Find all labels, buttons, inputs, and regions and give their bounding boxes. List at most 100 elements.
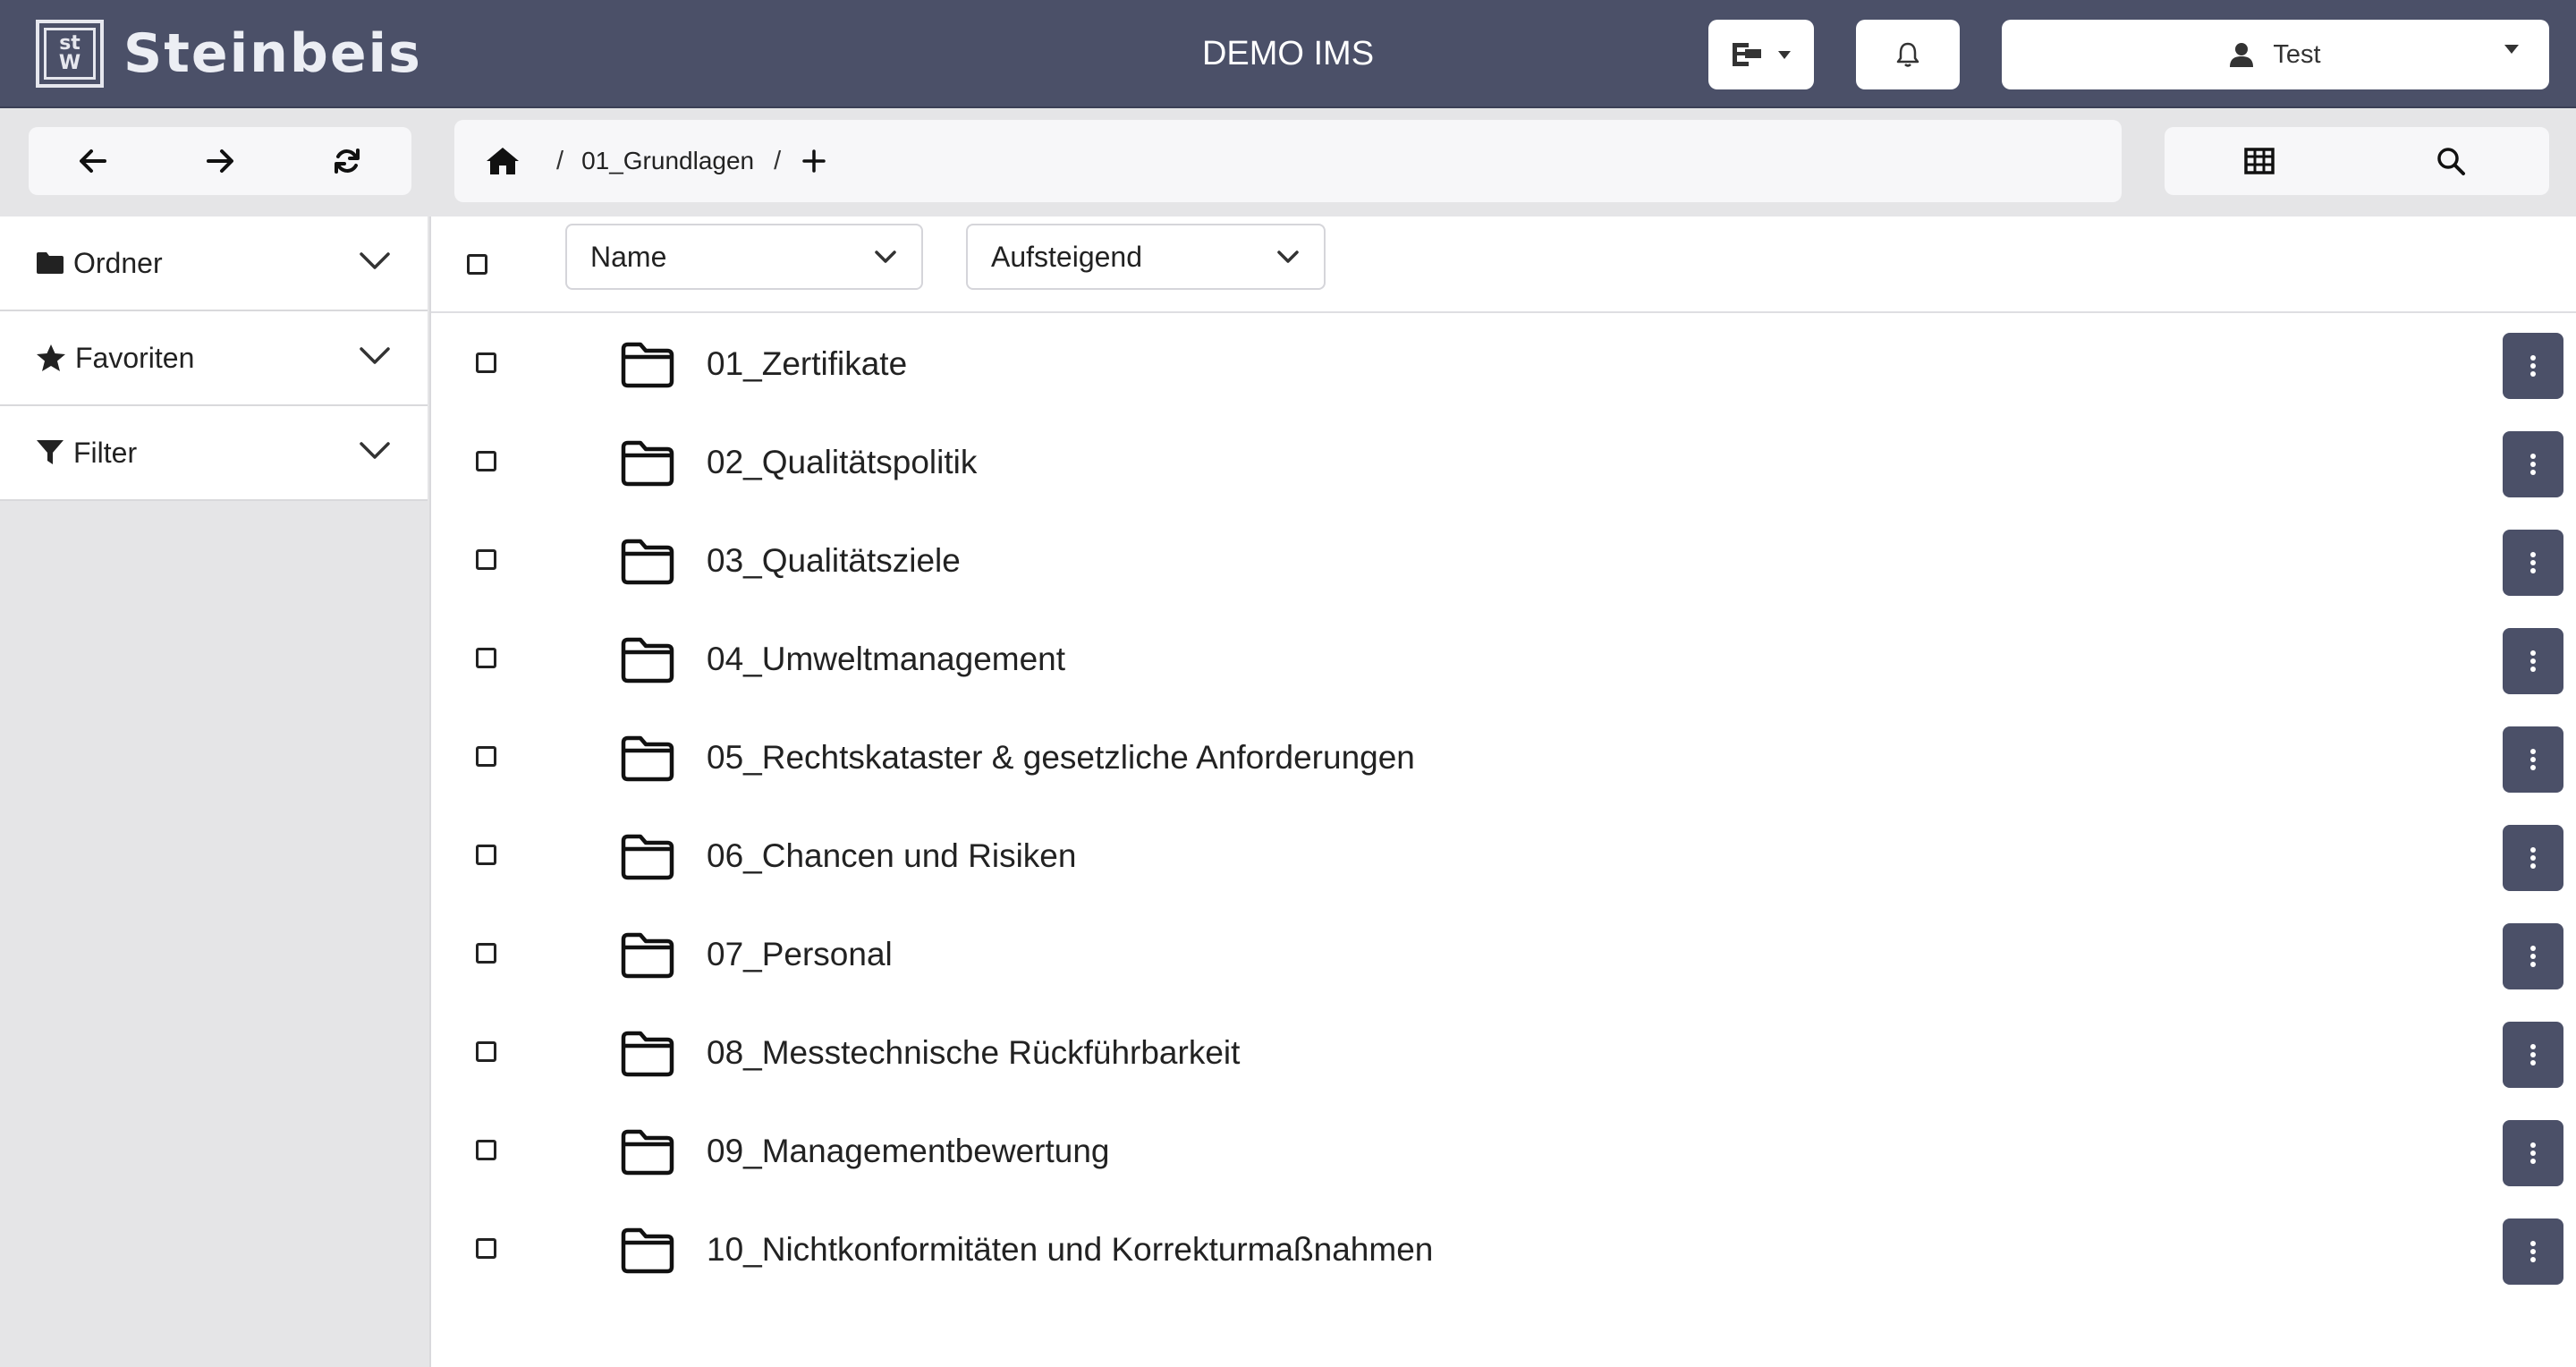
folder-name[interactable]: 06_Chancen und Risiken bbox=[707, 837, 1076, 875]
breadcrumb-item-01-grundlagen[interactable]: 01_Grundlagen bbox=[581, 147, 754, 175]
view-tools bbox=[2165, 127, 2549, 195]
table-row[interactable]: 06_Chancen und Risiken bbox=[431, 807, 2576, 905]
tree-view-dropdown-button[interactable] bbox=[1708, 20, 1814, 89]
table-row[interactable]: 08_Messtechnische Rückführbarkeit bbox=[431, 1004, 2576, 1102]
ellipsis-vertical-icon bbox=[2529, 354, 2537, 378]
folder-name[interactable]: 09_Managementbewertung bbox=[707, 1133, 1110, 1170]
app-title: DEMO IMS bbox=[1201, 35, 1375, 72]
folder-icon bbox=[621, 735, 674, 782]
chevron-down-icon bbox=[1277, 250, 1299, 264]
sidebar-item-favoriten[interactable]: Favoriten bbox=[0, 311, 428, 406]
sort-field-select[interactable]: Name bbox=[565, 224, 923, 290]
row-actions-button[interactable] bbox=[2503, 923, 2563, 989]
folder-name[interactable]: 05_Rechtskataster & gesetzliche Anforder… bbox=[707, 739, 1415, 777]
table-row[interactable]: 07_Personal bbox=[431, 905, 2576, 1004]
back-button[interactable] bbox=[48, 127, 138, 195]
table-row[interactable]: 04_Umweltmanagement bbox=[431, 610, 2576, 709]
forward-button[interactable] bbox=[175, 127, 265, 195]
add-folder-plus-icon[interactable] bbox=[802, 149, 826, 173]
table-row[interactable]: 01_Zertifikate bbox=[431, 315, 2576, 413]
filter-icon bbox=[36, 439, 64, 466]
folder-icon bbox=[621, 637, 674, 684]
logo-mark-text-top: st bbox=[59, 32, 80, 55]
row-actions-button[interactable] bbox=[2503, 1120, 2563, 1186]
row-checkbox[interactable] bbox=[476, 845, 496, 865]
ellipsis-vertical-icon bbox=[2529, 1043, 2537, 1066]
logo-mark: st W bbox=[36, 20, 104, 88]
folder-icon bbox=[36, 251, 64, 275]
folder-name[interactable]: 01_Zertifikate bbox=[707, 345, 907, 383]
sort-order-select[interactable]: Aufsteigend bbox=[966, 224, 1326, 290]
chevron-down-icon bbox=[360, 252, 390, 270]
folder-icon bbox=[621, 539, 674, 585]
row-checkbox[interactable] bbox=[476, 1140, 496, 1160]
refresh-button[interactable] bbox=[302, 127, 392, 195]
row-checkbox[interactable] bbox=[476, 746, 496, 767]
row-checkbox[interactable] bbox=[476, 1041, 496, 1062]
sort-order-value: Aufsteigend bbox=[991, 240, 1143, 273]
row-checkbox[interactable] bbox=[476, 648, 496, 668]
logo-mark-text-bottom: W bbox=[58, 52, 81, 74]
table-row[interactable]: 03_Qualitätsziele bbox=[431, 512, 2576, 610]
row-checkbox[interactable] bbox=[476, 352, 496, 373]
row-checkbox[interactable] bbox=[476, 451, 496, 471]
sidebar-item-label: Favoriten bbox=[75, 341, 195, 374]
refresh-icon bbox=[334, 148, 360, 174]
user-icon bbox=[2230, 42, 2254, 67]
breadcrumb-separator: / bbox=[774, 146, 782, 175]
ellipsis-vertical-icon bbox=[2529, 1142, 2537, 1165]
folder-name[interactable]: 10_Nichtkonformitäten und Korrekturmaßna… bbox=[707, 1231, 1433, 1269]
sidebar-item-filter[interactable]: Filter bbox=[0, 406, 428, 501]
folder-name[interactable]: 03_Qualitätsziele bbox=[707, 542, 961, 580]
ellipsis-vertical-icon bbox=[2529, 551, 2537, 574]
row-checkbox[interactable] bbox=[476, 943, 496, 964]
sidebar-item-ordner[interactable]: Ordner bbox=[0, 217, 428, 311]
ellipsis-vertical-icon bbox=[2529, 1240, 2537, 1263]
sidebar-item-label: Filter bbox=[73, 436, 138, 469]
sort-field-value: Name bbox=[590, 240, 667, 273]
row-actions-button[interactable] bbox=[2503, 726, 2563, 793]
table-row[interactable]: 10_Nichtkonformitäten und Korrekturmaßna… bbox=[431, 1201, 2576, 1299]
row-actions-button[interactable] bbox=[2503, 1022, 2563, 1088]
folder-icon bbox=[621, 834, 674, 880]
row-checkbox[interactable] bbox=[476, 1238, 496, 1259]
row-actions-button[interactable] bbox=[2503, 1218, 2563, 1285]
steinbeis-logo[interactable]: st W Steinbeis bbox=[36, 20, 422, 88]
arrow-right-icon bbox=[207, 149, 233, 173]
select-all-checkbox[interactable] bbox=[467, 254, 487, 275]
table-row[interactable]: 05_Rechtskataster & gesetzliche Anforder… bbox=[431, 709, 2576, 807]
breadcrumb-separator: / bbox=[556, 146, 564, 175]
star-icon bbox=[36, 344, 66, 372]
table-view-button[interactable] bbox=[2197, 127, 2322, 195]
table-row[interactable]: 09_Managementbewertung bbox=[431, 1102, 2576, 1201]
chevron-down-icon bbox=[875, 250, 896, 264]
arrow-left-icon bbox=[80, 149, 106, 173]
sort-bar: Name Aufsteigend bbox=[431, 217, 2576, 313]
folder-name[interactable]: 08_Messtechnische Rückführbarkeit bbox=[707, 1034, 1240, 1072]
folder-name[interactable]: 07_Personal bbox=[707, 936, 893, 973]
folder-icon bbox=[621, 1227, 674, 1274]
ellipsis-vertical-icon bbox=[2529, 945, 2537, 968]
sidebar: Ordner Favoriten Filter bbox=[0, 217, 428, 1367]
row-actions-button[interactable] bbox=[2503, 530, 2563, 596]
notifications-button[interactable] bbox=[1856, 20, 1960, 89]
folder-name[interactable]: 02_Qualitätspolitik bbox=[707, 444, 977, 481]
row-actions-button[interactable] bbox=[2503, 431, 2563, 497]
row-checkbox[interactable] bbox=[476, 549, 496, 570]
ellipsis-vertical-icon bbox=[2529, 453, 2537, 476]
top-header: st W Steinbeis DEMO IMS Test bbox=[0, 0, 2576, 108]
row-actions-button[interactable] bbox=[2503, 825, 2563, 891]
home-icon[interactable] bbox=[485, 146, 521, 176]
table-row[interactable]: 02_Qualitätspolitik bbox=[431, 413, 2576, 512]
folder-icon bbox=[621, 342, 674, 388]
sidebar-item-label: Ordner bbox=[73, 246, 163, 279]
row-actions-button[interactable] bbox=[2503, 333, 2563, 399]
search-button[interactable] bbox=[2388, 127, 2513, 195]
ellipsis-vertical-icon bbox=[2529, 846, 2537, 870]
folder-rows: 01_Zertifikate 02_Qualitätspolitik 03_Qual… bbox=[431, 315, 2576, 1299]
sitemap-icon bbox=[1732, 41, 1762, 68]
user-menu-dropdown[interactable]: Test bbox=[2002, 20, 2549, 89]
folder-icon bbox=[621, 1031, 674, 1077]
folder-name[interactable]: 04_Umweltmanagement bbox=[707, 641, 1065, 678]
row-actions-button[interactable] bbox=[2503, 628, 2563, 694]
